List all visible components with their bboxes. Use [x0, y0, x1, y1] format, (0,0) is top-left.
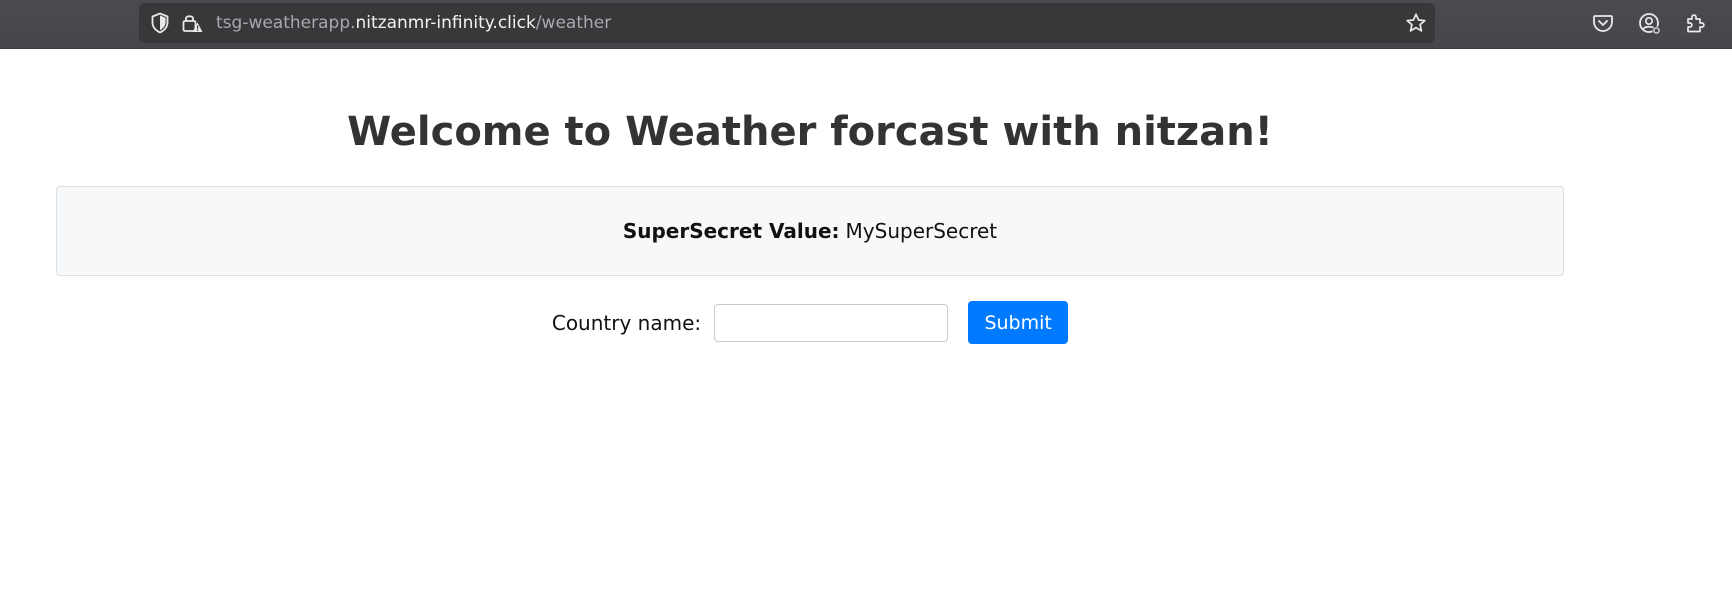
secret-label: SuperSecret Value: [622, 219, 840, 243]
account-icon[interactable] [1638, 12, 1662, 40]
browser-toolbar: tsg-weatherapp.nitzanmr-infinity.click/w… [0, 0, 1732, 49]
bookmark-star-icon[interactable] [1405, 12, 1427, 34]
secret-value: MySuperSecret [845, 219, 998, 243]
url-bar[interactable]: tsg-weatherapp.nitzanmr-infinity.click/w… [139, 3, 1435, 43]
extensions-icon[interactable] [1684, 12, 1706, 38]
page-content: Welcome to Weather forcast with nitzan! … [0, 49, 1732, 602]
country-name-label: Country name: [551, 310, 702, 335]
url-subdomain: tsg-weatherapp. [216, 13, 356, 33]
page-title: Welcome to Weather forcast with nitzan! [347, 109, 1273, 155]
shield-icon[interactable] [149, 12, 171, 34]
secret-value-box: SuperSecret Value: MySuperSecret [56, 186, 1564, 276]
lock-warning-icon[interactable] [181, 12, 203, 34]
country-form: Country name: Submit [0, 301, 1620, 344]
country-name-input[interactable] [714, 303, 949, 342]
submit-button[interactable]: Submit [968, 301, 1069, 344]
url-host: nitzanmr-infinity.click [355, 13, 536, 33]
pocket-icon[interactable] [1592, 12, 1614, 38]
url-text[interactable]: tsg-weatherapp.nitzanmr-infinity.click/w… [216, 3, 611, 43]
url-path: /weather [535, 13, 612, 33]
